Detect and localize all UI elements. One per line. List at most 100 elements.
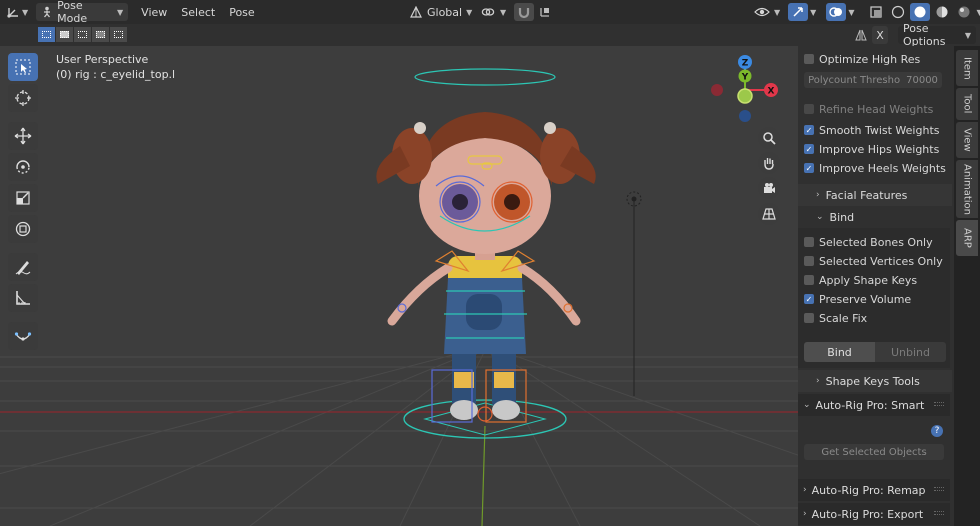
shape-keys-tools-label: Shape Keys Tools (825, 374, 920, 388)
optimize-high-res-checkbox[interactable]: Optimize High Res (804, 50, 920, 68)
mirror-x-toggle[interactable]: X (872, 26, 888, 44)
smooth-twist-weights-label: Smooth Twist Weights (819, 123, 940, 137)
overlays-icon[interactable] (826, 3, 847, 21)
help-icon[interactable]: ? (931, 425, 943, 437)
chevron-right-icon: › (803, 509, 807, 519)
mode-label: Pose Mode (57, 0, 88, 25)
apply-shape-keys-label: Apply Shape Keys (819, 273, 918, 287)
selected-bones-only-checkbox[interactable]: Selected Bones Only (804, 233, 933, 251)
pose-options-label: Pose Options (903, 22, 946, 48)
orientation-icon (409, 6, 423, 18)
select-invert-icon[interactable] (92, 27, 109, 42)
chevron-down-icon: ▼ (500, 7, 507, 17)
select-box-tool[interactable] (8, 53, 38, 81)
menu-pose[interactable]: Pose (222, 6, 261, 19)
select-new-icon[interactable] (38, 27, 55, 42)
tab-arp[interactable]: ARP (956, 220, 978, 256)
tab-view[interactable]: View (956, 122, 978, 158)
cursor-tool-icon[interactable] (8, 84, 38, 112)
shape-keys-tools-subpanel-header[interactable]: › Shape Keys Tools (798, 370, 952, 392)
xray-icon[interactable] (866, 3, 886, 21)
smooth-twist-weights-checkbox[interactable]: ✓ Smooth Twist Weights (804, 121, 939, 139)
mirror-icon[interactable] (854, 28, 868, 42)
snap-target-icon[interactable] (536, 3, 556, 21)
drag-grip-icon[interactable] (934, 487, 944, 491)
tab-animation[interactable]: Animation (956, 160, 978, 218)
magnet-icon[interactable] (514, 3, 535, 21)
bind-subpanel-header[interactable]: ⌄ Bind (798, 206, 952, 228)
chevron-down-icon: ▼ (848, 7, 855, 17)
y-axis-line (481, 425, 486, 526)
transform-orientation-dropdown[interactable]: Global ▼ (404, 3, 473, 21)
mode-dropdown[interactable]: Pose Mode ▼ (36, 0, 129, 25)
tab-item[interactable]: Item (956, 50, 978, 86)
smart-section-header[interactable]: ⌄ Auto-Rig Pro: Smart (798, 394, 950, 416)
visibility-icon[interactable] (752, 3, 772, 21)
select-extend-icon[interactable] (56, 27, 73, 42)
3d-viewport[interactable]: User Perspective (0) rig : c_eyelid_top.… (0, 46, 798, 526)
measure-tool-icon[interactable] (8, 284, 38, 312)
menu-select[interactable]: Select (174, 6, 222, 19)
selection-mode-group (38, 27, 127, 42)
axes-icon (6, 5, 22, 19)
arp-sidebar-panel: Optimize High Res Polycount Thresho 7000… (798, 46, 954, 526)
drag-grip-icon[interactable] (934, 511, 944, 515)
scale-fix-checkbox[interactable]: Scale Fix (804, 309, 867, 327)
facial-features-label: Facial Features (825, 188, 908, 202)
remap-section-header[interactable]: › Auto-Rig Pro: Remap (798, 479, 950, 501)
navigation-gizmo[interactable]: Z Y X (705, 52, 785, 128)
scale-tool-icon[interactable] (8, 184, 38, 212)
perspective-grid-icon[interactable] (758, 203, 780, 225)
pose-mode-icon (41, 6, 53, 18)
refine-head-weights-label: Refine Head Weights (819, 102, 934, 116)
tab-tool[interactable]: Tool (956, 88, 978, 120)
selected-vertices-only-label: Selected Vertices Only (819, 254, 943, 268)
export-section-label: Auto-Rig Pro: Export (811, 507, 924, 521)
camera-icon[interactable] (758, 177, 780, 199)
improve-heels-weights-checkbox[interactable]: ✓ Improve Heels Weights (804, 159, 946, 177)
selected-vertices-only-checkbox[interactable]: Selected Vertices Only (804, 252, 943, 270)
transform-tool-icon[interactable] (8, 215, 38, 243)
chevron-down-icon: ▼ (774, 7, 781, 17)
improve-hips-weights-checkbox[interactable]: ✓ Improve Hips Weights (804, 140, 939, 158)
annotate-tool-icon[interactable] (8, 253, 38, 281)
drag-grip-icon[interactable] (934, 402, 944, 406)
select-subtract-icon[interactable] (74, 27, 91, 42)
facial-features-subpanel-header[interactable]: › Facial Features (798, 184, 952, 206)
chevron-down-icon: ▼ (976, 7, 980, 17)
move-tool-icon[interactable] (8, 122, 38, 150)
link-icon[interactable] (478, 3, 498, 21)
menu-view[interactable]: View (134, 6, 174, 19)
perspective-label: User Perspective (56, 53, 149, 66)
rotate-tool-icon[interactable] (8, 153, 38, 181)
head-control-ring (414, 68, 556, 86)
bind-button[interactable]: Bind (804, 342, 875, 362)
refine-head-weights-checkbox[interactable]: Refine Head Weights (804, 100, 933, 118)
tool-settings-bar: X Pose Options ▼ (0, 22, 980, 48)
gizmo-toggle-icon[interactable] (788, 3, 809, 21)
chevron-down-icon: ▼ (964, 30, 971, 40)
preserve-volume-checkbox[interactable]: ✓ Preserve Volume (804, 290, 911, 308)
unbind-button[interactable]: Unbind (875, 342, 946, 362)
pan-hand-icon[interactable] (758, 152, 780, 174)
chevron-down-icon: ▼ (466, 7, 473, 17)
solid-shading-icon[interactable] (910, 3, 931, 21)
polycount-value: 70000 (906, 74, 938, 86)
select-intersect-icon[interactable] (110, 27, 127, 42)
apply-shape-keys-checkbox[interactable]: Apply Shape Keys (804, 271, 917, 289)
get-selected-objects-button[interactable]: Get Selected Objects (804, 444, 944, 460)
chevron-right-icon: › (816, 190, 820, 200)
pose-options-dropdown[interactable]: Pose Options ▼ (898, 22, 976, 48)
curve-tool-icon[interactable] (8, 322, 38, 350)
gizmo-x-label: X (768, 87, 775, 97)
polycount-threshold-field[interactable]: Polycount Thresho 70000 (804, 72, 942, 88)
material-shading-icon[interactable] (932, 3, 952, 21)
sidebar-tabs: Item Tool View Animation ARP (954, 46, 980, 526)
export-section-header[interactable]: › Auto-Rig Pro: Export (798, 503, 950, 525)
wireframe-shading-icon[interactable] (888, 3, 908, 21)
editor-type-dropdown[interactable]: ▼ (6, 2, 28, 22)
zoom-icon[interactable] (758, 127, 780, 149)
bind-unbind-group: Bind Unbind (804, 342, 946, 362)
rendered-shading-icon[interactable] (954, 3, 974, 21)
chevron-down-icon: ⌄ (816, 212, 824, 222)
